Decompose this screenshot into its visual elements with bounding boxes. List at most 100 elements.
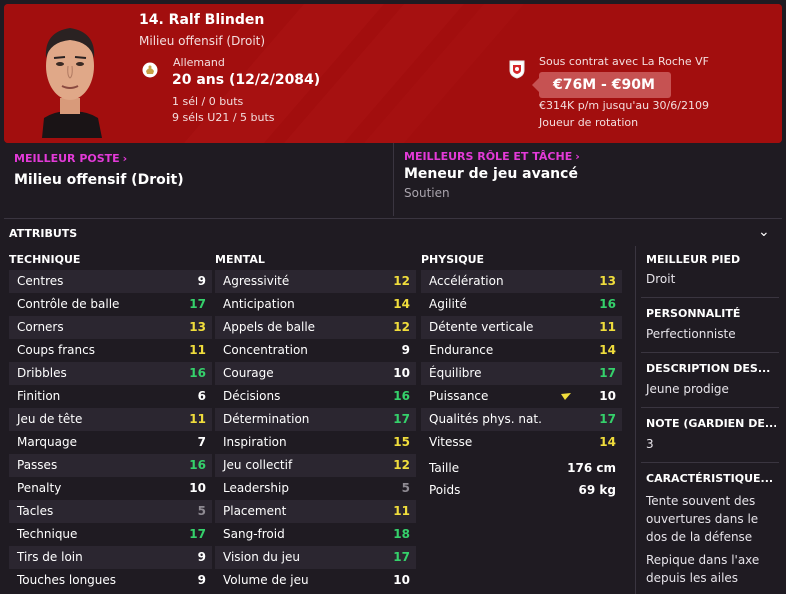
attribute-value: 17 — [599, 412, 616, 426]
attribute-label: Touches longues — [17, 573, 117, 587]
player-name: 14. Ralf Blinden — [139, 12, 265, 28]
attribute-row[interactable]: Agressivité 12 — [215, 270, 416, 293]
attribute-label: Jeu collectif — [223, 458, 293, 472]
attribute-label: Équilibre — [429, 366, 482, 380]
player-face-icon[interactable] — [34, 14, 106, 138]
club-badge-icon[interactable] — [509, 59, 525, 79]
arrow-down-icon — [561, 393, 571, 400]
attribute-row[interactable]: Penalty 10 — [9, 477, 212, 500]
attribute-label: Anticipation — [223, 297, 295, 311]
attribute-row[interactable]: Sang-froid 18 — [215, 523, 416, 546]
attribute-value: 5 — [401, 481, 410, 495]
attribute-label: Volume de jeu — [223, 573, 309, 587]
height-label: Taille — [429, 461, 460, 475]
attribute-row[interactable]: Détermination 17 — [215, 408, 416, 431]
nationality[interactable]: Allemand — [173, 56, 225, 69]
attribute-row[interactable]: Dribbles 16 — [9, 362, 212, 385]
attribute-label: Vision du jeu — [223, 550, 300, 564]
attribute-label: Endurance — [429, 343, 494, 357]
personality-value: Perfectionniste — [646, 327, 736, 341]
attribute-label: Tacles — [17, 504, 54, 518]
attribute-row[interactable]: Contrôle de balle 17 — [9, 293, 212, 316]
preferred-foot-title: MEILLEUR PIED — [646, 253, 741, 266]
attribute-value: 12 — [393, 458, 410, 472]
best-position-link[interactable]: MEILLEUR POSTE › — [14, 152, 127, 165]
attribute-row[interactable]: Passes 16 — [9, 454, 212, 477]
attribute-value: 9 — [197, 550, 206, 564]
attribute-value: 9 — [197, 573, 206, 587]
attribute-value: 13 — [599, 274, 616, 288]
attribute-row[interactable]: Jeu de tête 11 — [9, 408, 212, 431]
attribute-row[interactable]: Endurance 14 — [421, 339, 622, 362]
weight-label: Poids — [429, 483, 461, 497]
attribute-value: 17 — [393, 550, 410, 564]
attribute-row[interactable]: Volume de jeu 10 — [215, 569, 416, 592]
attribute-row[interactable]: Concentration 9 — [215, 339, 416, 362]
height-row: Taille 176 cm — [421, 457, 622, 479]
international-caps: 1 sél / 0 buts — [172, 95, 244, 108]
side-panel: MEILLEUR PIED Droit PERSONNALITÉ Perfect… — [635, 246, 782, 594]
attribute-row[interactable]: Agilité 16 — [421, 293, 622, 316]
attribute-row[interactable]: Vision du jeu 17 — [215, 546, 416, 569]
attribute-row[interactable]: Leadership 5 — [215, 477, 416, 500]
attribute-label: Puissance — [429, 389, 489, 403]
attribute-value: 10 — [599, 389, 616, 403]
physique-header: PHYSIQUE — [421, 253, 485, 266]
attribute-row[interactable]: Vitesse 14 — [421, 431, 622, 454]
attribute-row[interactable]: Tirs de loin 9 — [9, 546, 212, 569]
wage-info: €314K p/m jusqu'au 30/6/2109 — [539, 99, 709, 112]
attribute-row[interactable]: Tacles 5 — [9, 500, 212, 523]
best-position-title: MEILLEUR POSTE — [14, 152, 120, 165]
trait-item: Repique dans l'axe depuis les ailes — [646, 553, 760, 585]
attribute-value: 10 — [393, 366, 410, 380]
attribute-row[interactable]: Technique 17 — [9, 523, 212, 546]
mental-header: MENTAL — [215, 253, 265, 266]
attribute-label: Accélération — [429, 274, 504, 288]
attribute-row[interactable]: Centres 9 — [9, 270, 212, 293]
divider — [4, 218, 782, 219]
u21-caps: 9 séls U21 / 5 buts — [172, 111, 275, 124]
technique-header: TECHNIQUE — [9, 253, 81, 266]
attribute-row[interactable]: Décisions 16 — [215, 385, 416, 408]
germany-flag-icon — [142, 62, 158, 78]
attribute-row[interactable]: Touches longues 9 — [9, 569, 212, 592]
divider — [641, 462, 779, 463]
attribute-label: Appels de balle — [223, 320, 316, 334]
best-role-value: Meneur de jeu avancé — [404, 166, 578, 182]
attribute-row[interactable]: Anticipation 14 — [215, 293, 416, 316]
attribute-row[interactable]: Marquage 7 — [9, 431, 212, 454]
attribute-row[interactable]: Accélération 13 — [421, 270, 622, 293]
attribute-row[interactable]: Détente verticale 11 — [421, 316, 622, 339]
attribute-row[interactable]: Coups francs 11 — [9, 339, 212, 362]
attribute-value: 11 — [189, 412, 206, 426]
attribute-row[interactable]: Équilibre 17 — [421, 362, 622, 385]
attribute-row[interactable]: Finition 6 — [9, 385, 212, 408]
attribute-row[interactable]: Placement 11 — [215, 500, 416, 523]
attribute-label: Courage — [223, 366, 274, 380]
preferred-foot-value: Droit — [646, 272, 676, 286]
personality-title: PERSONNALITÉ — [646, 307, 741, 320]
attribute-value: 14 — [599, 343, 616, 357]
divider — [393, 143, 394, 216]
media-description-value: Jeune prodige — [646, 382, 729, 396]
gk-rating-title: NOTE (GARDIEN DE... — [646, 417, 776, 430]
chevron-down-icon[interactable]: ⌄ — [758, 224, 770, 240]
attribute-row[interactable]: Qualités phys. nat. 17 — [421, 408, 622, 431]
contract-club[interactable]: Sous contrat avec La Roche VF — [539, 55, 709, 68]
attribute-row[interactable]: Puissance 10 — [421, 385, 622, 408]
attribute-row[interactable]: Corners 13 — [9, 316, 212, 339]
attribute-label: Détente verticale — [429, 320, 534, 334]
best-role-link[interactable]: MEILLEURS RÔLE ET TÂCHE › — [404, 150, 580, 163]
attribute-value: 7 — [197, 435, 206, 449]
attribute-value: 17 — [189, 297, 206, 311]
attribute-row[interactable]: Appels de balle 12 — [215, 316, 416, 339]
best-role-title: MEILLEURS RÔLE ET TÂCHE — [404, 150, 573, 163]
player-position: Milieu offensif (Droit) — [139, 34, 266, 48]
attribute-row[interactable]: Jeu collectif 12 — [215, 454, 416, 477]
attribute-value: 13 — [189, 320, 206, 334]
squad-status: Joueur de rotation — [539, 116, 639, 129]
weight-row: Poids 69 kg — [421, 479, 622, 501]
transfer-value-badge[interactable]: €76M - €90M — [532, 72, 671, 98]
attribute-row[interactable]: Inspiration 15 — [215, 431, 416, 454]
attribute-row[interactable]: Courage 10 — [215, 362, 416, 385]
